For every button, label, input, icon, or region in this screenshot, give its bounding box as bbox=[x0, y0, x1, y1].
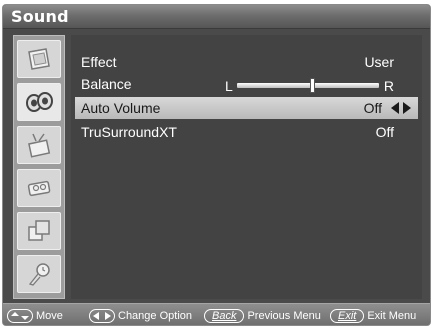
setup-icon bbox=[27, 180, 51, 197]
sidebar-item-picture[interactable] bbox=[17, 40, 61, 78]
effect-label: Effect bbox=[81, 54, 117, 70]
sidebar-item-input[interactable] bbox=[17, 212, 61, 250]
sound-icon bbox=[26, 92, 53, 112]
help-previous-menu-label: Previous Menu bbox=[247, 310, 321, 322]
sidebar-item-setup[interactable] bbox=[17, 169, 61, 207]
menu-item-balance[interactable]: Balance L R bbox=[75, 73, 418, 95]
help-bar: Move Change Option Back Previous Menu Ex… bbox=[3, 303, 430, 325]
balance-left-label: L bbox=[225, 78, 233, 94]
help-change-option-label: Change Option bbox=[118, 310, 192, 322]
balance-slider[interactable] bbox=[237, 78, 379, 93]
category-sidebar bbox=[13, 35, 65, 299]
sidebar-item-support[interactable] bbox=[17, 255, 61, 293]
menu-item-effect[interactable]: Effect User bbox=[75, 51, 418, 73]
menu-title: Sound bbox=[11, 7, 69, 26]
sidebar-item-channel[interactable] bbox=[17, 126, 61, 164]
sound-options-panel: Effect User Balance L R Auto Volume Off … bbox=[71, 35, 422, 299]
title-bar: Sound bbox=[3, 5, 430, 29]
auto-volume-value: Off bbox=[363, 100, 382, 116]
picture-icon bbox=[28, 48, 50, 70]
left-right-arrows-icon[interactable] bbox=[390, 101, 412, 115]
help-previous-menu: Back Previous Menu bbox=[204, 309, 321, 323]
sidebar-item-sound[interactable] bbox=[17, 83, 61, 121]
auto-volume-label: Auto Volume bbox=[81, 100, 161, 116]
up-down-key-icon bbox=[7, 309, 33, 323]
help-exit-menu-label: Exit Menu bbox=[367, 310, 417, 322]
back-key-label: Back bbox=[212, 310, 237, 322]
channel-icon bbox=[28, 133, 51, 158]
trusurround-value: Off bbox=[375, 124, 394, 140]
sound-menu-window: Sound Effect User Balance L R Auto Volum… bbox=[2, 4, 431, 326]
exit-key-icon: Exit bbox=[330, 309, 365, 323]
balance-slider-thumb[interactable] bbox=[310, 78, 315, 93]
help-move-label: Move bbox=[36, 310, 63, 322]
back-key-icon: Back bbox=[204, 309, 245, 323]
menu-item-auto-volume[interactable]: Auto Volume Off bbox=[75, 97, 418, 119]
help-change-option: Change Option bbox=[89, 309, 192, 323]
help-move: Move bbox=[7, 309, 63, 323]
effect-value: User bbox=[364, 54, 394, 70]
balance-label: Balance bbox=[81, 76, 132, 92]
support-icon bbox=[28, 263, 50, 286]
input-icon bbox=[28, 220, 50, 241]
exit-key-label: Exit bbox=[338, 310, 357, 322]
help-exit-menu: Exit Exit Menu bbox=[330, 309, 416, 323]
balance-right-label: R bbox=[383, 78, 394, 94]
left-right-key-icon bbox=[89, 309, 115, 323]
menu-item-trusurround-xt[interactable]: TruSurroundXT Off bbox=[75, 121, 418, 143]
trusurround-label: TruSurroundXT bbox=[81, 124, 177, 140]
